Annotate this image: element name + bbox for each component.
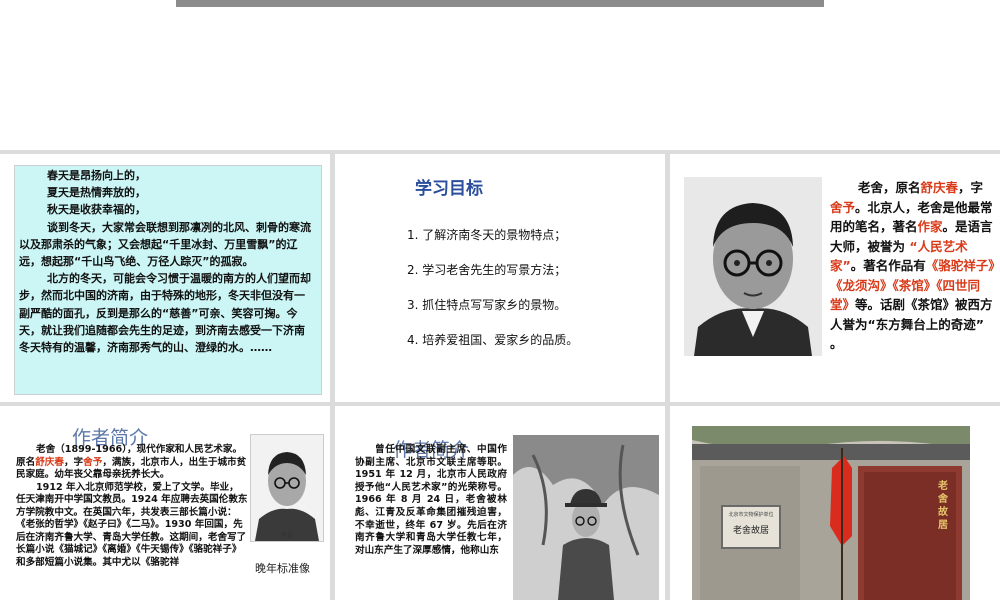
bio-text: ，字 [63,456,84,468]
slide-author-intro-2[interactable]: 作者简介 曾任中国文联副主席、中国作协副主席、北京市文联主席等职。1951 年 … [335,406,665,600]
author-late-portrait-image: 老舍 [250,434,324,542]
author-standing-photo [513,435,659,600]
slide-former-residence[interactable]: 北京市文物保护单位 老舍故居 老舍故居 [670,406,1000,600]
slide-author-portrait[interactable]: 老舍，原名舒庆春，字舍予。北京人，老舍是他最常用的笔名，著名作家。是语言大师，被… [670,154,1000,402]
goal-item: 4. 培养爱祖国、爱家乡的品质。 [407,333,579,347]
author-profession: 作家 [917,219,943,234]
slide-author-intro-1[interactable]: 作者简介 老舍（1899-1966），现代作家和人民艺术家。原名舒庆春，字舍予，… [0,406,330,600]
author-text-6: 等。话剧《茶馆》被西方人誉为“东方舞台上的奇迹” 。 [830,297,993,351]
bio-courtesy-name: 舍予 [83,456,103,468]
author-portrait-image [684,177,822,356]
intro-paragraph-1: 谈到冬天，大家常会联想到那凛冽的北风、刺骨的寒流以及那肃杀的气象；又会想起“千里… [19,220,311,269]
bio-original-name: 舒庆春 [35,456,64,468]
goals-title: 学习目标 [415,179,483,199]
author-courtesy-name: 舍予 [830,199,856,215]
goal-item: 2. 学习老舍先生的写景方法； [407,263,567,277]
top-slide-strip [176,0,824,7]
bio-paragraph-2: 1912 年入北京师范学校，爱上了文学。毕业，任天津南开中学国文教员。1924 … [16,481,248,568]
top-slide-area [0,0,1000,150]
photo-caption: 晚年标准像 [255,562,310,575]
author-text-5: 。著名作品有 [850,258,926,273]
residence-plaque: 老舍故居 [938,481,948,531]
goals-list: 1. 了解济南冬天的景物特点； 2. 学习老舍先生的写景方法； 3. 抓住特点写… [407,226,578,366]
slide-intro[interactable]: 春天是昂扬向上的， 夏天是热情奔放的， 秋天是收获幸福的， 谈到冬天，大家常会联… [0,154,330,402]
goal-item: 1. 了解济南冬天的景物特点； [407,228,567,242]
intro-text-box: 春天是昂扬向上的， 夏天是热情奔放的， 秋天是收获幸福的， 谈到冬天，大家常会联… [14,165,322,395]
photo-label: 老舍 [280,532,293,539]
slide-learning-goals[interactable]: 学习目标 1. 了解济南冬天的景物特点； 2. 学习老舍先生的写景方法； 3. … [335,154,665,402]
goal-item: 3. 抓住特点写写家乡的景物。 [407,298,567,312]
sign-title: 老舍故居 [732,526,769,536]
author-text-1: 老舍，原名 [858,180,921,195]
poem-line-3: 秋天是收获幸福的， [47,203,146,217]
bio-paragraph-1: 老舍（1899-1966），现代作家和人民艺术家。原名舒庆春，字舍予，满族，北京… [16,444,248,482]
residence-sign: 北京市文物保护单位 老舍故居 [722,506,780,548]
bio-paragraph: 曾任中国文联副主席、中国作协副主席、北京市文联主席等职。1951 年 12 月，… [355,444,507,556]
author-description: 老舍，原名舒庆春，字舍予。北京人，老舍是他最常用的笔名，著名作家。是语言大师，被… [830,178,995,354]
author-original-name: 舒庆春 [920,180,959,195]
sign-subtitle: 北京市文物保护单位 [728,512,774,518]
author-text-2: ，字 [958,180,984,195]
author-biography: 老舍（1899-1966），现代作家和人民艺术家。原名舒庆春，字舍予，满族，北京… [16,444,248,569]
former-residence-photo: 北京市文物保护单位 老舍故居 老舍故居 [692,426,970,600]
author-biography-continued: 曾任中国文联副主席、中国作协副主席、北京市文联主席等职。1951 年 12 月，… [355,444,507,557]
poem-line-1: 春天是昂扬向上的， [47,169,146,182]
intro-paragraph-2: 北方的冬天，可能会令习惯于温暖的南方的人们望而却步，然而北中国的济南，由于特殊的… [19,272,311,355]
poem-line-2: 夏天是热情奔放的， [47,186,146,200]
